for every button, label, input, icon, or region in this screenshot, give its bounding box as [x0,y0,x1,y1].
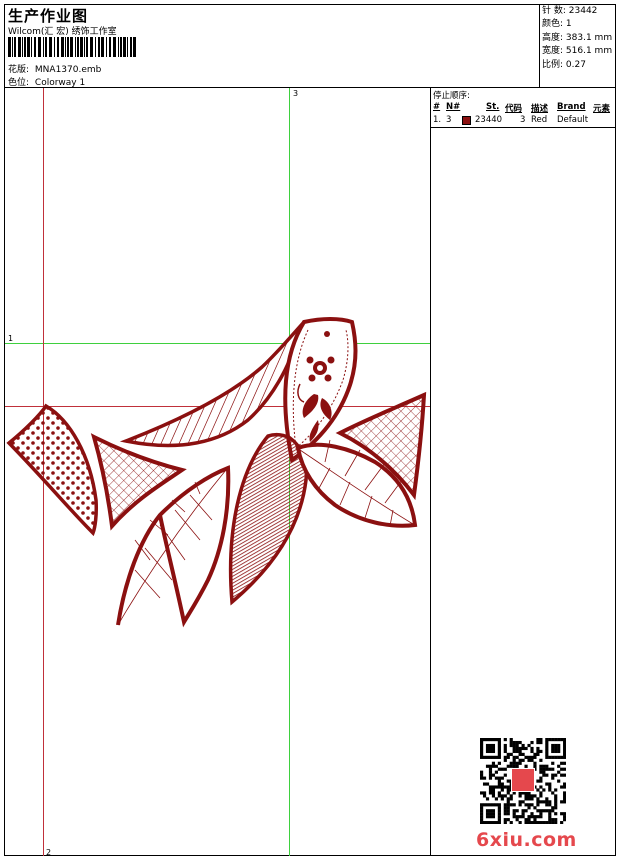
row-stitches: 23440 [475,115,503,125]
satin-leaf [228,432,309,606]
stats-divider [539,4,540,87]
row-code: 3 [520,115,526,125]
table-header: # N# St. 代码 描述 Brand 元素 [433,102,615,114]
stat-label: 颜色: [542,19,564,30]
col-description: 描述 [531,104,549,114]
row-brand: Default [557,115,589,125]
stat-row: 宽度: 516.1 mm [542,45,612,58]
stat-row: 比例: 0.27 [542,59,612,72]
stat-label: 比例: [542,59,564,70]
table-row: 1. 3 23440 3 Red Default [433,115,615,127]
stat-label: 宽度: [542,46,564,57]
col-needle: N# [446,102,461,112]
stat-value: 0.27 [565,59,586,70]
color-swatch [462,116,471,125]
ornament-leaf [283,317,358,464]
striped-leaf [119,320,306,448]
stat-value: 516.1 mm [565,46,613,57]
row-description: Red [531,115,548,125]
seal-stamp [511,768,535,792]
row-index: 1. [433,115,442,125]
col-code: 代码 [505,104,523,114]
dotted-leaf [6,403,98,537]
panel-divider [430,87,431,856]
stat-row: 针 数: 23442 [542,5,612,18]
stats-panel: 针 数: 23442 颜色: 1 高度: 383.1 mm 宽度: 516.1 … [542,5,612,72]
stat-row: 高度: 383.1 mm [542,32,612,45]
row-needle: 3 [446,115,452,125]
table-divider [430,127,616,128]
stat-value: 23442 [568,6,598,16]
watermark: 6xiu.com [476,829,577,851]
col-brand: Brand [557,102,586,112]
stat-row: 颜色: 1 [542,18,612,31]
embroidery-design [6,317,427,628]
stat-label: 针 数: [542,6,566,16]
stat-label: 高度: [542,32,564,43]
col-stitches: St. [486,102,500,112]
col-index: # [433,102,441,112]
col-element: 元素 [593,104,611,114]
stop-sequence-title: 停止顺序: [433,91,470,101]
stat-value: 383.1 mm [565,32,613,43]
stat-value: 1 [565,19,572,30]
